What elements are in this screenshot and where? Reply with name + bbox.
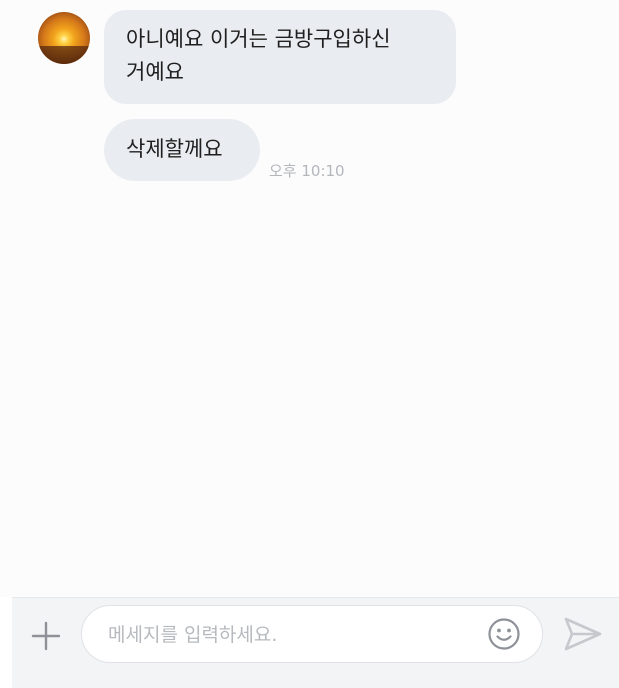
message-text-line: 아니예요 이거는 금방구입하신 [126,27,391,51]
input-placeholder: 메세지를 입력하세요. [108,624,278,646]
emoji-button[interactable] [487,617,521,651]
message-bubble[interactable]: 삭제할께요 [104,119,260,181]
smiley-icon [488,618,520,650]
avatar[interactable] [38,12,90,64]
message-input[interactable]: 메세지를 입력하세요. [81,605,543,663]
message-text-line: 거예요 [126,60,184,84]
send-button[interactable] [563,616,603,652]
send-arrow-icon [564,617,602,651]
message-bubble[interactable]: 아니예요 이거는 금방구입하신 거예요 [104,10,456,104]
message-text: 삭제할께요 [126,137,223,161]
avatar-horizon [38,46,90,64]
chat-area[interactable]: 아니예요 이거는 금방구입하신 거예요 삭제할께요 오후 10:10 [0,0,619,597]
attach-button[interactable] [30,620,62,652]
plus-icon [31,621,61,651]
message-timestamp: 오후 10:10 [269,162,345,180]
